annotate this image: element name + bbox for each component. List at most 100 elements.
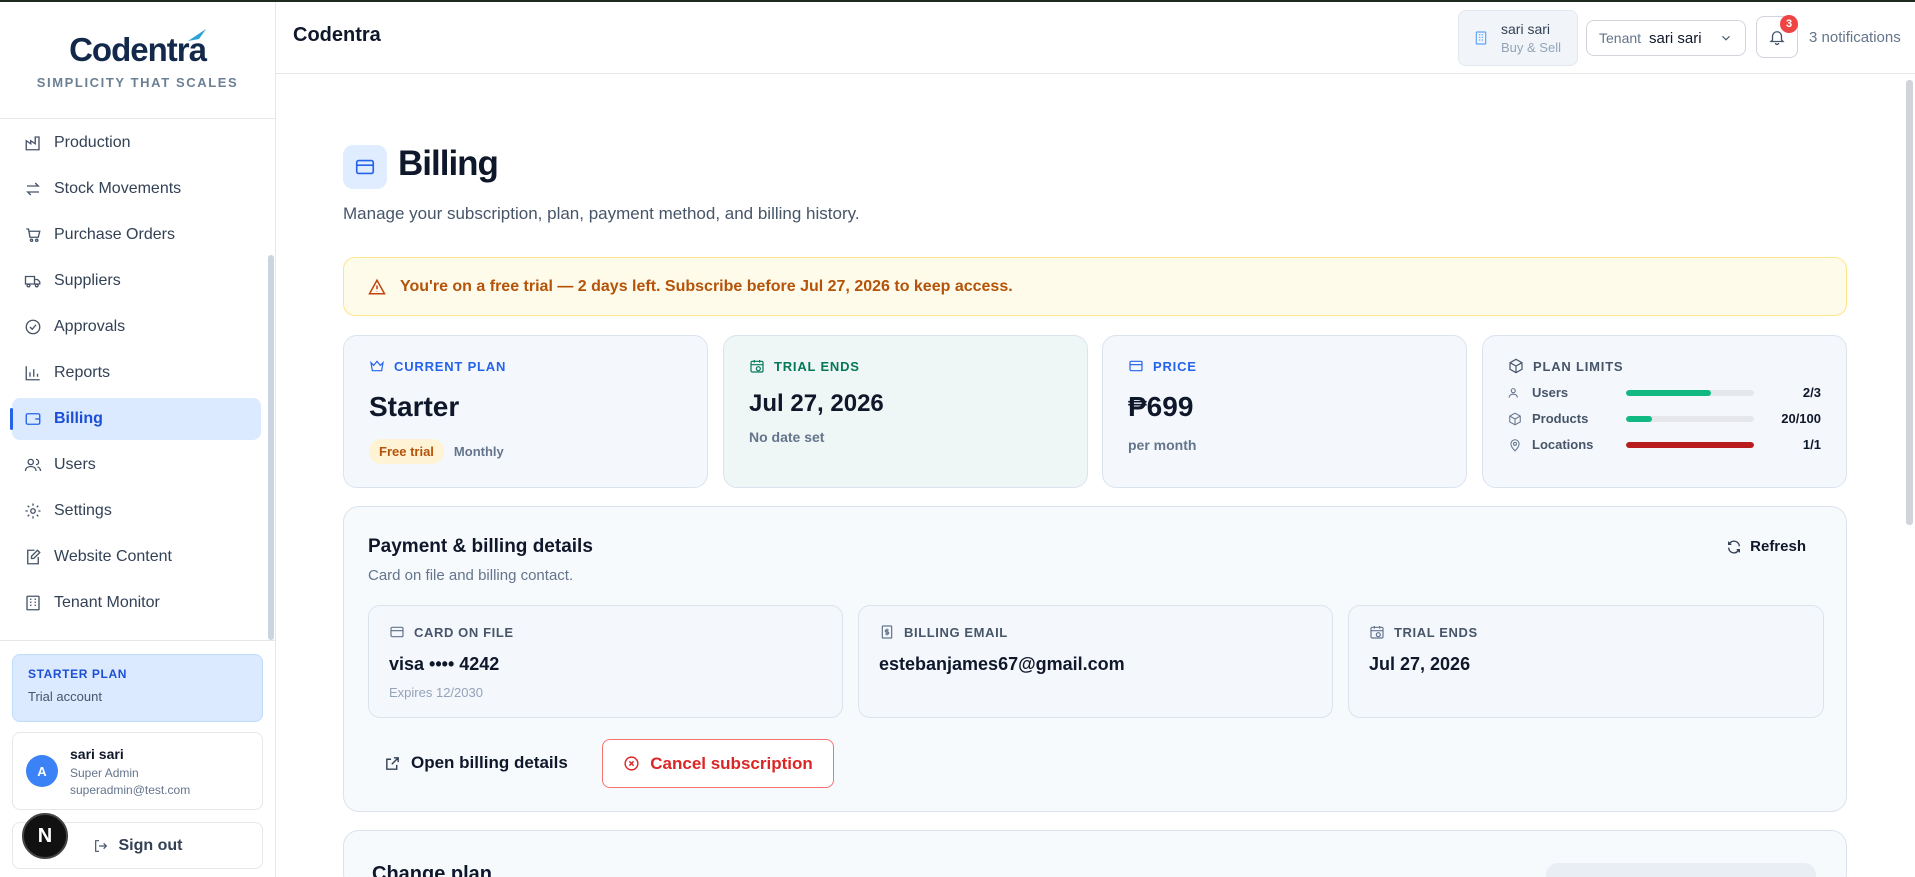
price-label-row: PRICE [1128,358,1441,374]
notifications-button[interactable]: 3 [1756,15,1798,58]
sidebar-item-suppliers[interactable]: Suppliers [12,260,261,302]
building-icon [1475,31,1487,45]
payment-trial-ends-value: Jul 27, 2026 [1369,654,1471,674]
plan-limits-label: PLAN LIMITS [1533,358,1624,374]
calendar-clock-icon [750,360,764,373]
chevron-down-icon [1722,35,1730,41]
card-expiry: Expires 12/2030 [389,685,483,700]
sidebar-item-label: Website Content [54,548,172,565]
payment-trial-ends-label: TRIAL ENDS [1394,624,1478,640]
sidebar-item-website-content[interactable]: Website Content [12,536,261,578]
sidebar-item-billing[interactable]: Billing [10,398,261,440]
sidebar-item-purchase-orders[interactable]: Purchase Orders [12,214,261,256]
user-email: superadmin@test.com [70,782,191,797]
trial-alert: You're on a free trial — 2 days left. Su… [343,257,1847,316]
limit-name: Locations [1532,437,1594,452]
card-on-file: CARD ON FILE visa •••• 4242 Expires 12/2… [368,605,843,718]
user-card[interactable]: A sari sari Super Admin superadmin@test.… [12,732,263,810]
sidebar-item-label: Reports [54,364,111,381]
payment-title: Payment & billing details [368,536,593,557]
trial-ends-card: TRIAL ENDS Jul 27, 2026 No date set [723,335,1088,488]
cancel-subscription-button[interactable]: Cancel subscription [602,739,834,788]
sidebar-divider [0,640,276,641]
sidebar-item-approvals[interactable]: Approvals [12,306,261,348]
billing-cycle: Monthly [453,444,504,459]
sidebar-item-label: Billing [54,410,103,427]
plan-limits-card: PLAN LIMITS Users 2/3 Products 20/100 Lo… [1482,335,1847,488]
card-on-file-value: visa •••• 4242 [389,654,500,674]
box-icon [1509,412,1521,425]
refresh-button[interactable]: Refresh [1726,538,1806,555]
crown-icon [370,360,384,372]
current-plan-card: CURRENT PLAN Starter Free trial Monthly [343,335,708,488]
card-on-file-label: CARD ON FILE [414,624,514,640]
sidebar-item-production[interactable]: Production [12,122,261,164]
sidebar-item-label: Users [54,456,96,473]
arrows-icon [26,182,40,196]
sidebar-nav: Production Stock Movements Purchase Orde… [10,122,261,628]
trial-ends-value: Jul 27, 2026 [749,390,884,417]
sign-out-label: Sign out [118,836,183,854]
header-title: Codentra [293,24,381,46]
limit-name: Products [1532,411,1589,426]
main-scrollbar[interactable] [1906,80,1913,525]
limit-bar [1626,441,1754,448]
sidebar: Codentra SIMPLICITY THAT SCALES Producti… [0,2,276,877]
logout-icon [94,839,107,852]
refresh-icon [1728,540,1741,553]
page-subtitle: Manage your subscription, plan, payment … [343,204,860,223]
cancel-subscription-label: Cancel subscription [650,753,813,773]
sidebar-item-reports[interactable]: Reports [12,352,261,394]
limit-bar [1626,389,1754,396]
open-billing-details-label: Open billing details [411,753,568,772]
limit-name: Users [1532,385,1569,400]
dev-tools-badge[interactable]: N [22,813,68,859]
notifications-text: 3 notifications [1809,29,1901,46]
logo[interactable]: Codentra [69,28,207,69]
limit-row-products: Products 20/100 [1508,411,1821,426]
tenant-select[interactable]: Tenant sari sari [1586,20,1746,56]
sidebar-item-stock-movements[interactable]: Stock Movements [12,168,261,210]
plan-summary-title: STARTER PLAN [28,667,127,681]
current-plan-label: CURRENT PLAN [394,358,507,374]
plan-summary-subtitle: Trial account [28,689,102,704]
store-type: Buy & Sell [1501,40,1561,55]
avatar: A [26,755,58,787]
store-selector[interactable]: sari sari Buy & Sell [1458,10,1578,66]
limit-bar [1626,415,1754,422]
limit-value: 20/100 [1781,411,1821,426]
warning-icon [368,278,386,294]
billing-email: BILLING EMAIL estebanjames67@gmail.com [858,605,1333,718]
current-plan-value: Starter [369,391,460,422]
sidebar-item-tenant-monitor[interactable]: Tenant Monitor [12,582,261,624]
sidebar-item-label: Production [54,134,131,151]
billing-page-icon [343,145,387,189]
sidebar-item-label: Suppliers [54,272,121,289]
credit-card-icon [355,159,375,175]
gear-icon [25,503,41,519]
tenant-value: sari sari [1649,29,1702,47]
truck-icon [24,275,41,288]
billing-email-label: BILLING EMAIL [904,624,1008,640]
sidebar-item-label: Stock Movements [54,180,182,197]
plan-summary: STARTER PLAN Trial account [12,654,263,722]
limit-bar-fill [1626,441,1754,448]
billing-cycle-toggle[interactable] [1546,863,1816,877]
free-trial-badge: Free trial [369,439,444,464]
trial-ends-label-row: TRIAL ENDS [749,358,1062,374]
users-icon [1508,387,1518,398]
price-label: PRICE [1153,358,1197,374]
sidebar-item-label: Settings [54,502,112,519]
refresh-label: Refresh [1750,538,1806,555]
tenant-label: Tenant [1599,30,1642,46]
limit-row-locations: Locations 1/1 [1508,437,1821,452]
trial-alert-text: You're on a free trial — 2 days left. Su… [400,277,1013,295]
sidebar-item-users[interactable]: Users [12,444,261,486]
user-name: sari sari [70,745,124,762]
open-billing-details-button[interactable]: Open billing details [368,739,584,787]
top-header: Codentra sari sari Buy & Sell Tenant sar… [276,2,1915,74]
sidebar-scrollbar[interactable] [268,255,274,640]
users-icon [24,458,42,472]
trial-ends-label: TRIAL ENDS [774,358,860,374]
sidebar-item-settings[interactable]: Settings [12,490,261,532]
